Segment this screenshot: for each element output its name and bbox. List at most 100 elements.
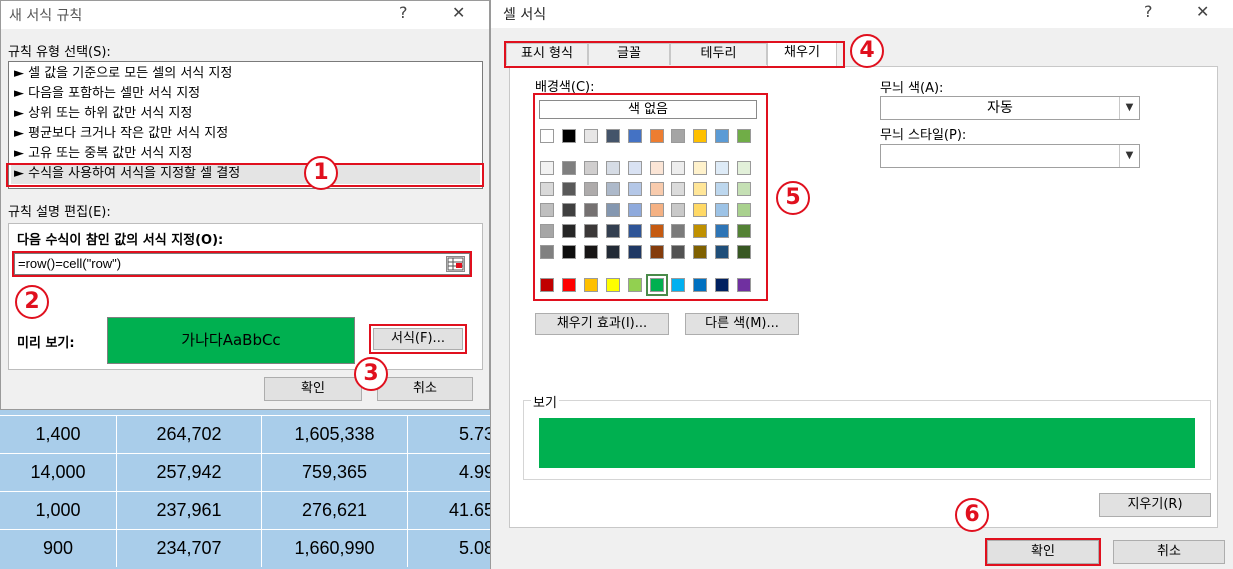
color-swatch[interactable] (583, 129, 598, 143)
color-swatch[interactable] (715, 129, 730, 143)
color-swatch[interactable] (583, 245, 598, 259)
color-swatch[interactable] (693, 129, 708, 143)
color-swatch[interactable] (605, 203, 620, 217)
color-swatch[interactable] (627, 161, 642, 175)
rule-type-item[interactable]: ► 평균보다 크거나 작은 값만 서식 지정 (14, 124, 228, 144)
help-icon[interactable]: ? (1144, 2, 1153, 21)
color-swatch[interactable] (561, 182, 576, 196)
color-swatch[interactable] (540, 224, 554, 238)
color-swatch[interactable] (540, 161, 554, 175)
help-icon[interactable]: ? (399, 3, 408, 22)
color-swatch[interactable] (737, 161, 752, 175)
color-swatch[interactable] (737, 245, 752, 259)
color-swatch[interactable] (715, 245, 730, 259)
color-swatch[interactable] (561, 129, 576, 143)
color-swatch[interactable] (693, 278, 708, 292)
color-swatch[interactable] (583, 278, 598, 292)
color-swatch[interactable] (583, 182, 598, 196)
color-swatch[interactable] (693, 182, 708, 196)
color-swatch[interactable] (671, 161, 686, 175)
table-cell[interactable]: 1,000 (0, 492, 117, 529)
table-cell[interactable]: 759,365 (262, 454, 408, 491)
color-swatch[interactable] (737, 224, 752, 238)
chevron-down-icon[interactable]: ▼ (1119, 145, 1139, 167)
color-swatch[interactable] (627, 245, 642, 259)
color-swatch[interactable] (715, 224, 730, 238)
color-swatch[interactable] (693, 224, 708, 238)
color-swatch[interactable] (693, 245, 708, 259)
range-picker-icon[interactable] (446, 256, 465, 272)
color-swatch[interactable] (715, 161, 730, 175)
color-swatch[interactable] (737, 182, 752, 196)
table-cell[interactable]: 237,961 (117, 492, 262, 529)
pattern-style-select[interactable]: ▼ (880, 144, 1140, 168)
color-swatch[interactable] (583, 203, 598, 217)
tab-font[interactable]: 글꼴 (588, 43, 670, 65)
fill-effects-button[interactable]: 채우기 효과(I)... (535, 313, 669, 335)
table-cell[interactable]: 1,605,338 (262, 416, 408, 453)
color-swatch[interactable] (671, 245, 686, 259)
color-swatch[interactable] (627, 182, 642, 196)
color-swatch[interactable] (561, 161, 576, 175)
rule-type-item[interactable]: ► 상위 또는 하위 값만 서식 지정 (14, 104, 192, 124)
pattern-color-select[interactable]: 자동 ▼ (880, 96, 1140, 120)
color-swatch[interactable] (693, 161, 708, 175)
tab-number-format[interactable]: 표시 형식 (506, 43, 588, 65)
color-swatch[interactable] (605, 224, 620, 238)
color-swatch[interactable] (737, 278, 752, 292)
color-swatch[interactable] (627, 278, 642, 292)
color-swatch[interactable] (540, 129, 554, 143)
color-swatch[interactable] (583, 161, 598, 175)
rule-type-item-formula[interactable]: ► 수식을 사용하여 서식을 지정할 셀 결정 (11, 164, 480, 184)
tab-fill[interactable]: 채우기 (767, 42, 837, 66)
cancel-button[interactable]: 취소 (1113, 540, 1225, 564)
cancel-button[interactable]: 취소 (377, 377, 473, 401)
color-swatch[interactable] (671, 182, 686, 196)
close-icon[interactable]: ✕ (452, 3, 465, 22)
tab-border[interactable]: 테두리 (670, 43, 767, 65)
color-swatch[interactable] (671, 129, 686, 143)
color-swatch[interactable] (605, 161, 620, 175)
ok-button[interactable]: 확인 (264, 377, 362, 401)
color-swatch[interactable] (715, 182, 730, 196)
more-colors-button[interactable]: 다른 색(M)... (685, 313, 799, 335)
color-swatch[interactable] (737, 203, 752, 217)
color-swatch[interactable] (715, 278, 730, 292)
table-cell[interactable]: 14,000 (0, 454, 117, 491)
rule-type-item[interactable]: ► 다음을 포함하는 셀만 서식 지정 (14, 84, 200, 104)
table-cell[interactable]: 257,942 (117, 454, 262, 491)
color-swatch[interactable] (540, 203, 554, 217)
format-button[interactable]: 서식(F)... (373, 328, 463, 350)
color-swatch[interactable] (627, 203, 642, 217)
color-swatch[interactable] (605, 182, 620, 196)
color-swatch[interactable] (605, 245, 620, 259)
color-swatch[interactable] (561, 224, 576, 238)
color-swatch[interactable] (671, 203, 686, 217)
color-swatch[interactable] (693, 203, 708, 217)
color-swatch[interactable] (649, 245, 664, 259)
table-cell[interactable]: 900 (0, 530, 117, 567)
rule-type-item[interactable]: ► 고유 또는 중복 값만 서식 지정 (14, 144, 192, 164)
color-swatch[interactable] (737, 129, 752, 143)
color-swatch[interactable] (627, 224, 642, 238)
color-swatch[interactable] (649, 224, 664, 238)
color-swatch[interactable] (649, 129, 664, 143)
color-swatch[interactable] (583, 224, 598, 238)
color-swatch[interactable] (649, 203, 664, 217)
color-swatch[interactable] (605, 129, 620, 143)
table-cell[interactable]: 264,702 (117, 416, 262, 453)
color-swatch[interactable] (671, 224, 686, 238)
table-cell[interactable]: 276,621 (262, 492, 408, 529)
formula-input[interactable]: =row()=cell("row") (14, 253, 470, 275)
color-swatch[interactable] (561, 245, 576, 259)
color-swatch[interactable] (605, 278, 620, 292)
color-swatch[interactable] (715, 203, 730, 217)
color-swatch[interactable] (627, 129, 642, 143)
ok-button[interactable]: 확인 (987, 540, 1099, 564)
color-swatch[interactable] (645, 274, 668, 296)
table-cell[interactable]: 1,400 (0, 416, 117, 453)
table-cell[interactable]: 1,660,990 (262, 530, 408, 567)
clear-button[interactable]: 지우기(R) (1099, 493, 1211, 517)
color-swatch[interactable] (540, 278, 554, 292)
table-cell[interactable]: 234,707 (117, 530, 262, 567)
